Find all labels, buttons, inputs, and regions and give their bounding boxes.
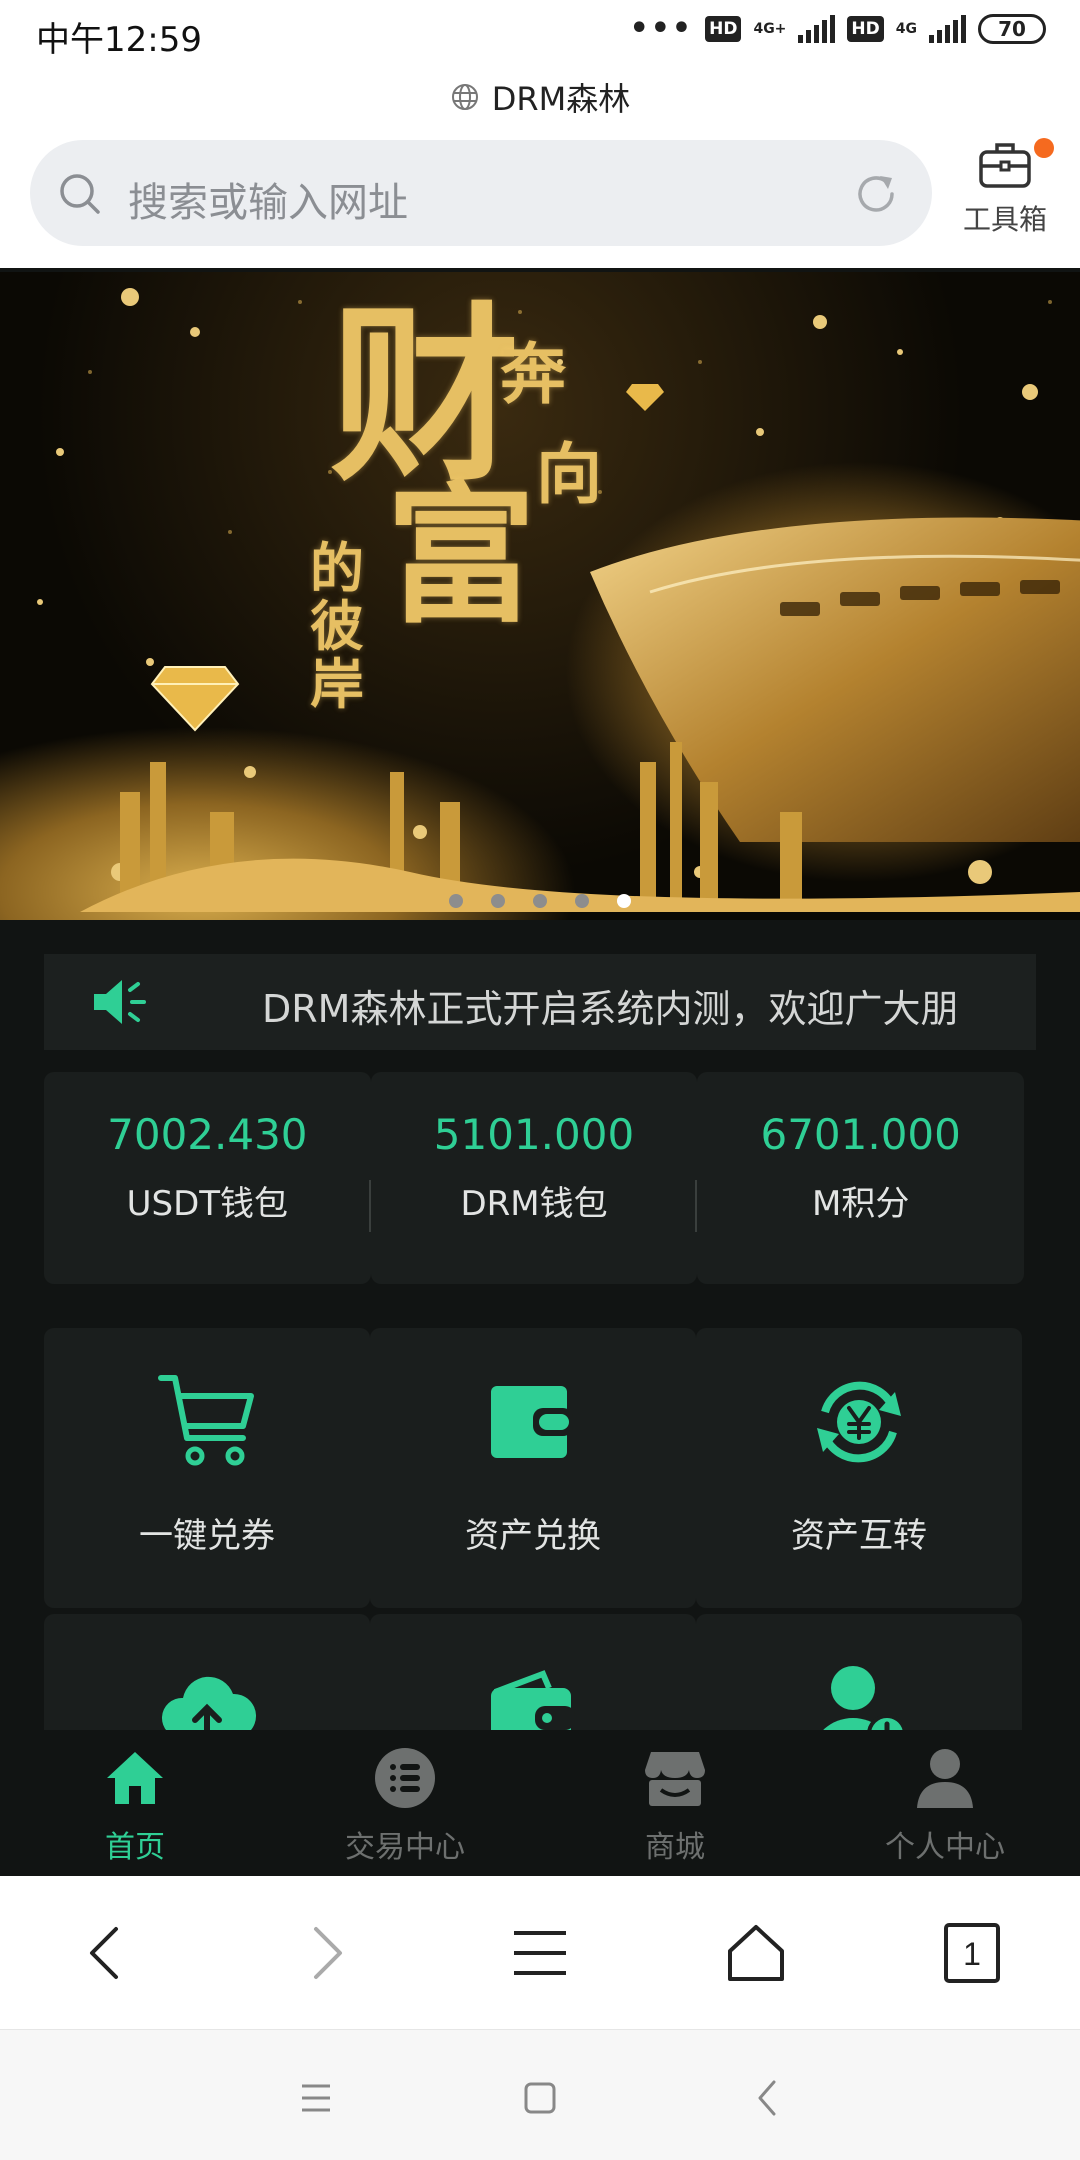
cart-icon <box>158 1375 254 1466</box>
banner-headline-char: 的 <box>310 537 364 600</box>
balance-value: 7002.430 <box>107 1110 308 1159</box>
action-asset-exchange[interactable]: 资产兑换 <box>370 1328 696 1608</box>
action-one-click-redeem[interactable]: 一键兑券 <box>44 1328 370 1608</box>
banner-headline-char: 向 <box>536 436 602 513</box>
balance-label: DRM钱包 <box>460 1184 608 1224</box>
list-icon <box>375 1748 435 1808</box>
tab-label: 商城 <box>645 1830 705 1865</box>
refresh-icon[interactable] <box>850 168 902 220</box>
yen-exchange-icon <box>817 1381 901 1463</box>
signal-icon <box>929 15 966 43</box>
announcement-text: DRM森林正式开启系统内测，欢迎广大朋 <box>262 987 959 1031</box>
network-type: 4G+ <box>753 21 787 37</box>
banner-carousel[interactable]: 财 富 的 彼 岸 奔 向 <box>0 272 1080 920</box>
tab-label: 个人中心 <box>885 1830 1005 1865</box>
back-arrow-icon <box>90 1926 118 1979</box>
toolbox-icon <box>979 143 1031 188</box>
tabs-count: 1 <box>963 1936 981 1972</box>
hd-badge: HD <box>847 16 884 42</box>
network-type: 4G <box>895 21 917 37</box>
action-label: 资产互转 <box>791 1516 927 1556</box>
banner-headline-char: 奔 <box>500 336 566 413</box>
tabs-button[interactable]: 1 <box>864 1876 1080 2029</box>
home-button[interactable] <box>648 1876 864 2029</box>
web-content: 财 富 的 彼 岸 奔 向 DRM森林正式开启系统内测，欢迎广大朋 7002.4… <box>0 268 1080 1876</box>
banner-headline-char: 岸 <box>310 653 364 716</box>
page-title: DRM森林 <box>0 72 1080 122</box>
balance-value: 5101.000 <box>433 1110 635 1159</box>
more-dots-icon: ••• <box>629 11 694 46</box>
address-input-placeholder[interactable]: 搜索或输入网址 <box>128 170 408 228</box>
battery-icon: 70 <box>978 14 1046 44</box>
home-icon <box>107 1752 163 1804</box>
toolbox-button[interactable]: 工具箱 <box>950 134 1060 254</box>
banner-headline-char: 财 <box>330 286 521 507</box>
banner-headline: 财 富 的 彼 岸 奔 向 <box>300 302 640 722</box>
globe-icon <box>451 84 478 110</box>
announcement-bar[interactable]: DRM森林正式开启系统内测，欢迎广大朋 <box>44 954 1036 1050</box>
carousel-dot[interactable] <box>533 894 547 908</box>
hd-badge: HD <box>705 16 742 42</box>
balance-label: USDT钱包 <box>126 1184 289 1224</box>
status-time: 中午12:59 <box>36 20 202 60</box>
tab-label: 交易中心 <box>345 1830 465 1865</box>
notification-dot <box>1034 138 1054 158</box>
menu-button[interactable] <box>432 1876 648 2029</box>
store-icon <box>645 1752 705 1806</box>
tab-home[interactable]: 首页 <box>0 1730 270 1876</box>
action-label: 一键兑券 <box>139 1516 275 1556</box>
system-navigation-bar <box>0 2030 1080 2160</box>
carousel-dot-active[interactable] <box>617 894 631 908</box>
tab-label: 首页 <box>105 1830 165 1865</box>
status-indicators: ••• HD 4G+ HD 4G 70 <box>630 14 1046 44</box>
user-icon <box>917 1749 973 1808</box>
balance-card-points[interactable]: 6701.000 M积分 <box>697 1072 1025 1284</box>
browser-toolbar: 1 <box>0 1876 1080 2030</box>
wallet-balances: 7002.430 USDT钱包 5101.000 DRM钱包 6701.000 … <box>44 1072 1025 1284</box>
action-asset-transfer[interactable]: 资产互转 <box>696 1328 1022 1608</box>
address-bar[interactable]: 搜索或输入网址 <box>30 140 932 246</box>
menu-icon <box>514 1930 566 1975</box>
toolbox-label: 工具箱 <box>962 203 1047 236</box>
tab-personal-center[interactable]: 个人中心 <box>810 1730 1080 1876</box>
tab-mall[interactable]: 商城 <box>540 1730 810 1876</box>
city-skyline-illustration <box>80 742 1080 912</box>
bottom-tab-bar: 首页 交易中心 商城 个人中心 <box>0 1730 1080 1876</box>
system-home-icon[interactable] <box>520 2078 560 2118</box>
wallet-icon <box>491 1386 573 1458</box>
recent-apps-icon[interactable] <box>296 2078 336 2118</box>
carousel-dot[interactable] <box>491 894 505 908</box>
search-icon <box>60 174 100 214</box>
carousel-dot[interactable] <box>575 894 589 908</box>
balance-value: 6701.000 <box>760 1110 961 1159</box>
signal-icon <box>798 15 836 43</box>
balance-card-usdt[interactable]: 7002.430 USDT钱包 <box>44 1072 371 1284</box>
diamond-icon <box>150 666 240 732</box>
carousel-dot[interactable] <box>449 894 463 908</box>
banner-headline-char: 彼 <box>310 595 364 658</box>
speaker-icon <box>94 980 146 1024</box>
system-back-icon[interactable] <box>748 2078 788 2118</box>
balance-card-drm[interactable]: 5101.000 DRM钱包 <box>370 1072 698 1284</box>
forward-button[interactable] <box>216 1876 432 2029</box>
home-outline-icon <box>728 1924 784 1981</box>
forward-arrow-icon <box>314 1926 342 1979</box>
action-label: 资产兑换 <box>465 1516 601 1556</box>
tab-trading-center[interactable]: 交易中心 <box>270 1730 540 1876</box>
page-title-text: DRM森林 <box>491 80 631 118</box>
back-button[interactable] <box>0 1876 216 2029</box>
balance-label: M积分 <box>812 1184 910 1224</box>
status-bar: 中午12:59 ••• HD 4G+ HD 4G 70 <box>0 0 1080 68</box>
tabs-count-icon: 1 <box>944 1922 1000 1983</box>
carousel-indicator <box>0 894 1080 908</box>
banner-headline-char: 富 <box>386 470 537 644</box>
diamond-icon <box>626 384 664 411</box>
